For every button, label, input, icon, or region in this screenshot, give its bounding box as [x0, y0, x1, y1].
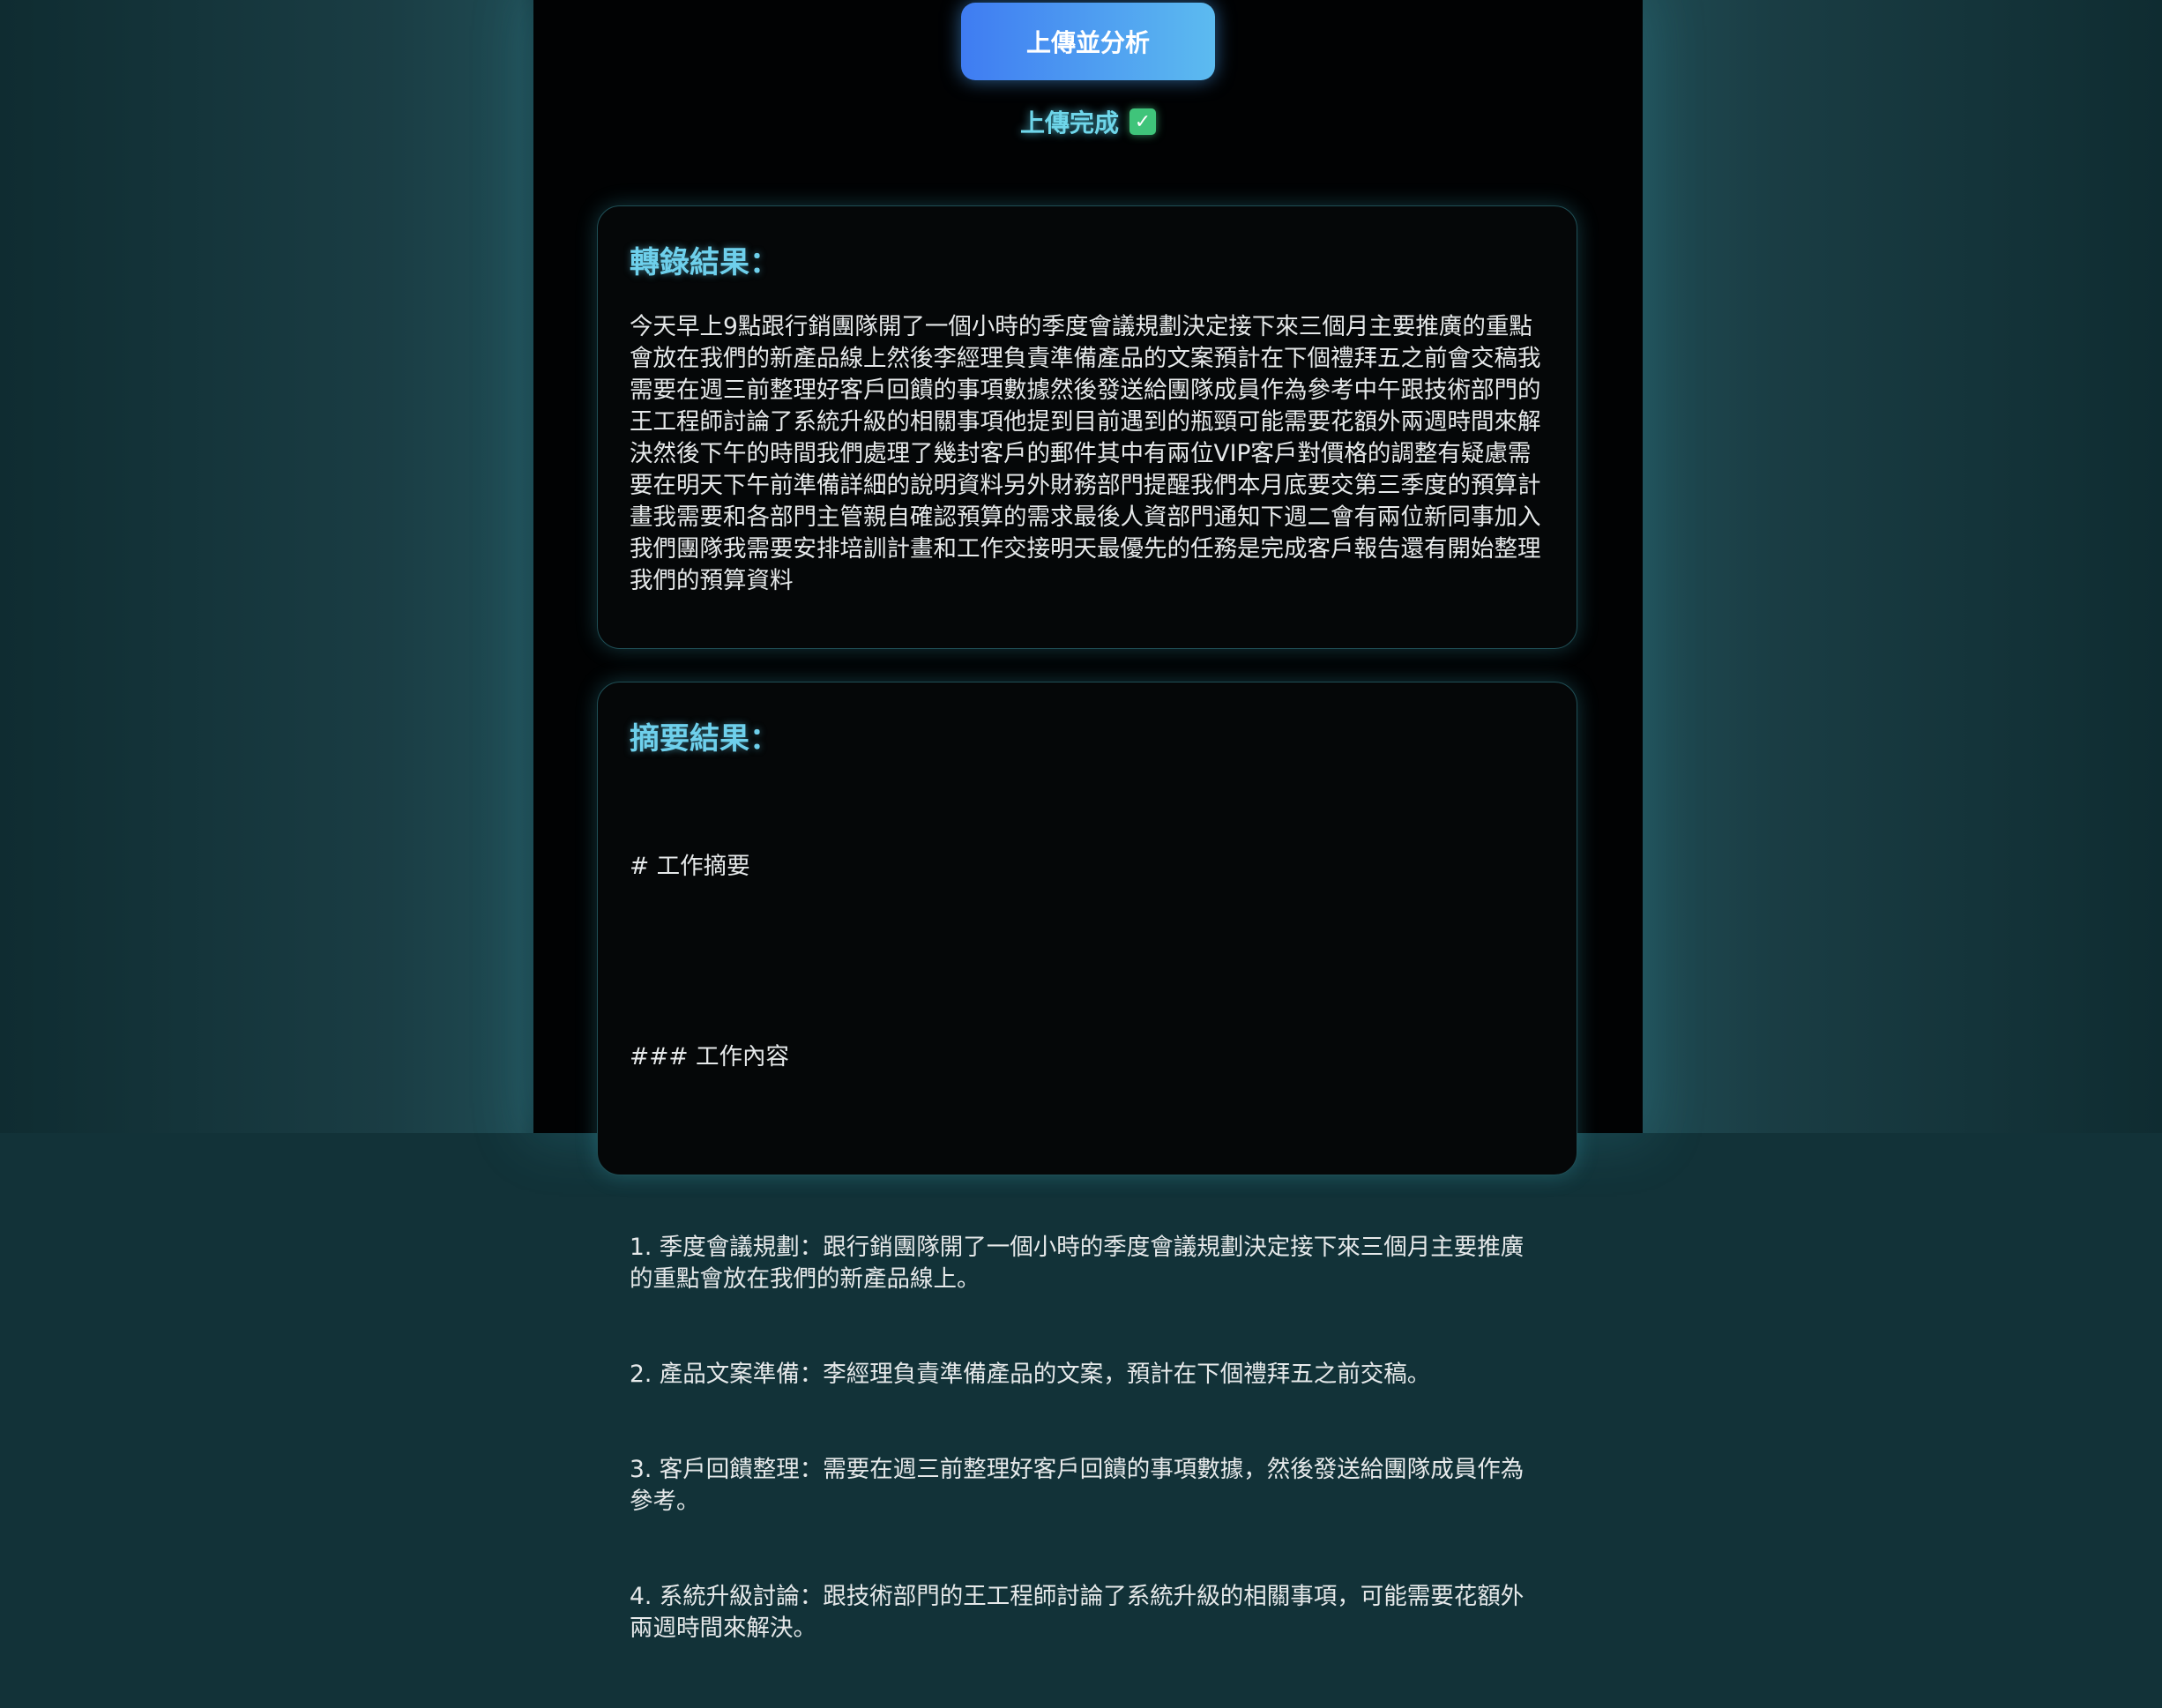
transcript-text: 今天早上9點跟行銷團隊開了一個小時的季度會議規劃決定接下來三個月主要推廣的重點會…: [630, 313, 1541, 594]
summary-list-item: 1. 季度會議規劃：跟行銷團隊開了一個小時的季度會議規劃決定接下來三個月主要推廣…: [630, 1234, 1525, 1293]
summary-heading: # 工作摘要: [630, 853, 750, 880]
summary-list-item: 2. 產品文案準備：李經理負責準備產品的文案，預計在下個禮拜五之前交稿。: [630, 1361, 1431, 1388]
main-container: 上傳並分析 上傳完成 ✓ 轉錄結果： 今天早上9點跟行銷團隊開了一個小時的季度會…: [533, 0, 1643, 1642]
summary-card: 摘要結果： # 工作摘要 ### 工作內容 1. 季度會議規劃：跟行銷團隊開了一…: [597, 682, 1577, 1642]
summary-subheading: ### 工作內容: [630, 1043, 790, 1070]
summary-list-item: 4. 系統升級討論：跟技術部門的王工程師討論了系統升級的相關事項，可能需要花額外…: [630, 1583, 1525, 1642]
upload-status: 上傳完成 ✓: [533, 104, 1643, 139]
upload-status-text: 上傳完成: [1019, 108, 1119, 138]
summary-title: 摘要結果：: [630, 721, 779, 757]
summary-list-item: 3. 客戶回饋整理：需要在週三前整理好客戶回饋的事項數據，然後發送給團隊成員作為…: [630, 1456, 1525, 1515]
check-box-icon: ✓: [1129, 108, 1156, 135]
upload-analyze-button[interactable]: 上傳並分析: [961, 3, 1215, 80]
transcript-title: 轉錄結果：: [630, 245, 779, 280]
transcript-card: 轉錄結果： 今天早上9點跟行銷團隊開了一個小時的季度會議規劃決定接下來三個月主要…: [597, 205, 1577, 649]
summary-content: # 工作摘要 ### 工作內容 1. 季度會議規劃：跟行銷團隊開了一個小時的季度…: [630, 787, 1545, 1708]
